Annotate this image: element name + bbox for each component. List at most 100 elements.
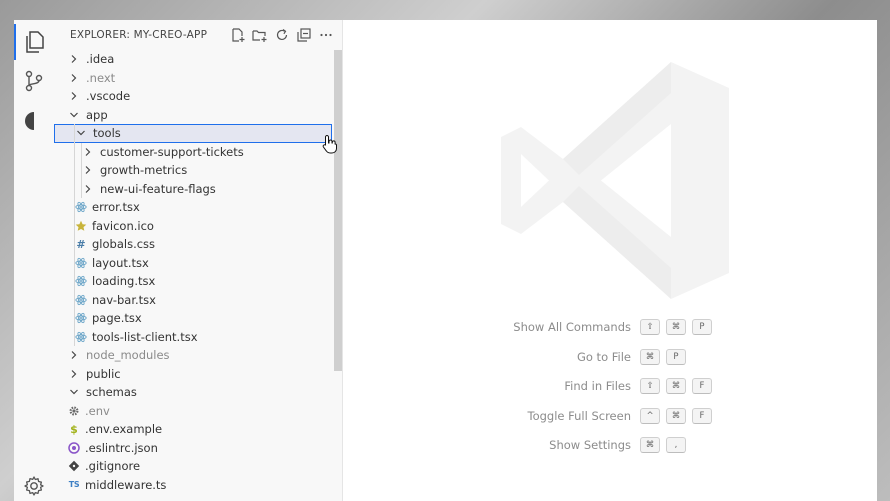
chevron-right-icon[interactable] [68, 53, 80, 65]
indent-guide [81, 161, 82, 180]
tree-file-row[interactable]: page.tsx [54, 309, 332, 328]
shortcut-row[interactable]: Show All Commands ⇧ ⌘ P [343, 319, 877, 336]
chevron-right-icon[interactable] [68, 349, 80, 361]
dollar-icon: $ [70, 422, 78, 436]
indent-guide [74, 216, 75, 235]
tree-item-label: growth-metrics [100, 163, 188, 178]
tree-item-label: .env [85, 403, 110, 418]
keycap: ⇧ [640, 319, 660, 335]
tree-item-label: favicon.ico [92, 218, 154, 233]
keycap: ⌘ [666, 319, 686, 335]
tree-item-label: layout.tsx [92, 255, 149, 270]
git-icon [68, 460, 80, 472]
keycap: P [666, 348, 686, 365]
tree-file-row[interactable]: error.tsx [54, 198, 332, 217]
chevron-right-icon[interactable] [82, 183, 94, 195]
ts-icon: TS [68, 480, 80, 490]
editor-window: EXPLORER: MY-CREO-APP .idea .next .vscod… [14, 20, 877, 501]
chevron-down-icon[interactable] [68, 386, 80, 398]
tree-item-label: tools-list-client.tsx [92, 329, 198, 344]
tree-item-label: .idea [86, 52, 115, 67]
vscode-watermark-logo-icon [493, 58, 733, 307]
explorer-actions [229, 26, 334, 43]
react-icon [75, 275, 87, 287]
chevron-right-icon[interactable] [68, 90, 80, 102]
indent-guide [74, 290, 75, 309]
react-icon [75, 294, 87, 306]
tree-folder-row[interactable]: node_modules [54, 346, 332, 365]
tree-file-row[interactable]: loading.tsx [54, 272, 332, 291]
activity-bar [14, 20, 55, 501]
indent-guide [74, 142, 75, 161]
tree-file-row[interactable]: .env [54, 402, 332, 421]
chevron-down-icon[interactable] [68, 109, 80, 121]
explorer-sidebar: EXPLORER: MY-CREO-APP .idea .next .vscod… [54, 20, 343, 501]
chevron-down-icon[interactable] [75, 127, 87, 139]
tree-file-row[interactable]: favicon.ico [54, 216, 332, 235]
react-icon [75, 257, 87, 269]
chevron-right-icon[interactable] [68, 368, 80, 380]
react-icon [75, 201, 87, 213]
tree-folder-row[interactable]: tools [54, 124, 332, 143]
tree-file-row[interactable]: # globals.css [54, 235, 332, 254]
chevron-right-icon[interactable] [82, 164, 94, 176]
indent-guide [74, 124, 75, 143]
tree-file-row[interactable]: $ .env.example [54, 420, 332, 439]
indent-guide [74, 179, 75, 198]
hand-cursor-icon [322, 134, 338, 158]
indent-guide [74, 235, 75, 254]
tree-folder-row[interactable]: public [54, 365, 332, 384]
tree-file-row[interactable]: .eslintrc.json [54, 439, 332, 458]
tree-folder-row[interactable]: app [54, 106, 332, 125]
tree-item-label: .env.example [85, 422, 163, 437]
tree-item-label: customer-support-tickets [100, 144, 244, 159]
keycap: ⇧ [640, 378, 660, 394]
keycap: ⌘ [640, 348, 660, 365]
explorer-files-icon[interactable] [22, 30, 46, 54]
tree-item-label: error.tsx [92, 200, 140, 215]
tree-folder-row[interactable]: .next [54, 69, 332, 88]
shortcut-label: Show All Commands [513, 320, 631, 334]
tree-folder-row[interactable]: .idea [54, 50, 332, 69]
tree-item-label: .eslintrc.json [85, 440, 158, 455]
indent-guide [81, 142, 82, 161]
chevron-right-icon[interactable] [68, 72, 80, 84]
more-actions-icon[interactable] [317, 26, 334, 43]
tree-folder-row[interactable]: customer-support-tickets [54, 142, 332, 161]
keycap: F [692, 378, 712, 394]
editor-welcome-area: Show All Commands ⇧ ⌘ P Go to File ⌘ P Find in … [343, 20, 877, 501]
tree-folder-row[interactable]: .vscode [54, 87, 332, 106]
collapse-all-icon[interactable] [295, 26, 312, 43]
tree-item-label: public [86, 366, 121, 381]
tree-item-label: loading.tsx [92, 274, 156, 289]
refresh-icon[interactable] [273, 26, 290, 43]
shortcut-label: Show Settings [549, 438, 631, 452]
new-file-icon[interactable] [229, 26, 246, 43]
tree-file-row[interactable]: TS middleware.ts [54, 476, 332, 495]
tree-item-label: node_modules [86, 348, 170, 363]
tree-file-row[interactable]: layout.tsx [54, 253, 332, 272]
shortcut-label: Go to File [576, 349, 631, 364]
hash-icon: # [76, 237, 86, 251]
tree-file-row[interactable]: .gitignore [54, 457, 332, 476]
tree-folder-row[interactable]: new-ui-feature-flags [54, 179, 332, 198]
tree-folder-row[interactable]: schemas [54, 383, 332, 402]
tree-file-row[interactable]: tools-list-client.tsx [54, 327, 332, 346]
shortcut-row[interactable]: Show Settings ⌘, [343, 437, 877, 454]
settings-gear-icon[interactable] [22, 474, 46, 498]
shortcut-row[interactable]: Toggle Full Screen ^ ⌘ F [343, 407, 877, 425]
tree-folder-row[interactable]: growth-metrics [54, 161, 332, 180]
shortcut-keys: ⇧ ⌘ P [640, 319, 712, 335]
shortcut-row[interactable]: Go to File ⌘ P [343, 348, 877, 366]
extension-half-circle-icon[interactable] [22, 109, 46, 133]
shortcut-keys: ⌘ P [640, 348, 686, 365]
keycap: P [692, 319, 712, 335]
chevron-right-icon[interactable] [82, 146, 94, 158]
tree-file-row[interactable]: nav-bar.tsx [54, 290, 332, 309]
file-tree: .idea .next .vscode app tools customer-suppor… [54, 50, 332, 494]
sidebar-scrollbar[interactable] [334, 50, 342, 371]
shortcut-row[interactable]: Find in Files ⇧ ⌘ F [343, 378, 877, 395]
new-folder-icon[interactable] [251, 26, 268, 43]
source-control-icon[interactable] [22, 69, 46, 93]
active-indicator [14, 24, 16, 60]
